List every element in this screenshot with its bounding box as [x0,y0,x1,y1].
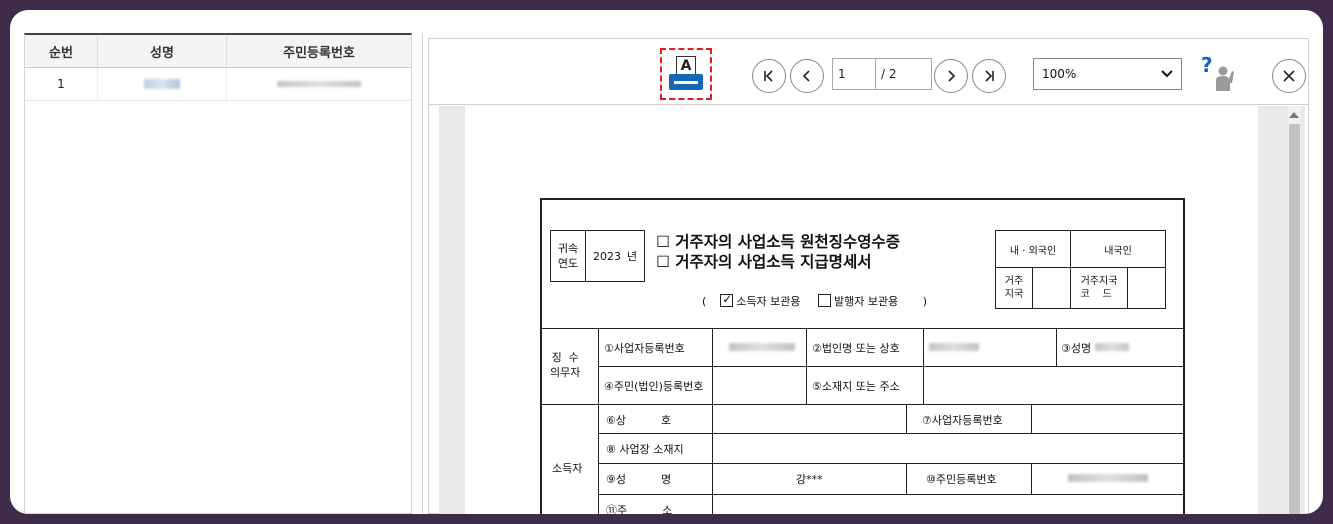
form-title: ☐ 거주자의 사업소득 원천징수영수증 ☐ 거주자의 사업소득 지급명세서 [656,232,900,272]
panel-divider [422,33,423,514]
tax-form: 귀속 연도 2023 년 ☐ 거주자의 사업소득 원천징수영수증 ☐ 거주자의 … [540,198,1185,514]
table-row[interactable]: 1 [25,68,411,101]
zoom-value: 100% [1042,67,1077,81]
year-cell: 2023 년 [585,230,645,282]
printer-icon: A [669,56,703,92]
residence-value [1032,267,1071,309]
redacted-resident-number [1068,474,1148,482]
chevron-right-icon [948,70,956,82]
title-line-1: ☐ 거주자의 사업소득 원천징수영수증 [656,233,900,251]
first-page-icon [764,70,773,82]
field-resident-number: ⑩주민등록번호 [926,473,997,486]
residence-code-value [1127,267,1166,309]
copy-type: ( 소득자 보관용 발행자 보관용 ) [702,292,927,309]
viewer-toolbar: A 1 / 2 100% ? [429,39,1308,105]
zoom-select[interactable]: 100% [1033,58,1182,90]
current-page-input[interactable]: 1 [832,58,876,90]
scroll-up-icon[interactable] [1289,112,1299,118]
holder-copy-checkbox[interactable] [720,292,734,307]
field-corp-reg-no: ④주민(법인)등록번호 [604,380,704,393]
field-address: ⑤소재지 또는 주소 [812,380,900,393]
field-name: ③성명 [1061,342,1092,355]
header-name: 성명 [98,35,227,67]
header-no: 순번 [25,35,98,67]
issuer-copy-checkbox[interactable] [818,294,831,307]
scroll-thumb[interactable] [1289,124,1300,514]
field-earner-business-reg-no: ⑦사업자등록번호 [922,414,1003,427]
year-label: 귀속 연도 [550,230,586,282]
app-window: 순번 성명 주민등록번호 1 A 1 / 2 100% ? 귀속 연도 2023… [10,10,1323,514]
redacted-company-name [929,343,979,351]
help-button[interactable]: ? [1201,53,1241,95]
question-icon: ? [1201,53,1213,77]
document-area[interactable]: 귀속 연도 2023 년 ☐ 거주자의 사업소득 원천징수영수증 ☐ 거주자의 … [439,106,1305,514]
report-viewer: A 1 / 2 100% ? 귀속 연도 2023 년 ☐ 거주자의 사업소득 … [428,38,1309,514]
print-button[interactable]: A [660,48,712,100]
list-header: 순번 성명 주민등록번호 [25,35,411,68]
field-business-reg-no: ①사업자등록번호 [604,342,685,355]
last-page-icon [985,70,994,82]
chevron-down-icon [1161,70,1173,78]
nationality-value: 내국인 [1070,230,1166,268]
earner-name-value: 강*** [796,473,823,486]
header-resident-number: 주민등록번호 [283,45,355,61]
next-page-button[interactable] [934,59,968,93]
first-page-button[interactable] [752,59,786,93]
field-trade-name: ⑥상 호 [606,414,672,427]
redacted-name [1095,343,1129,351]
field-business-address: ⑧ 사업장 소재지 [606,443,684,456]
year-value: 2023 [592,249,621,263]
title-line-2: ☐ 거주자의 사업소득 지급명세서 [656,253,872,271]
field-company-name: ②법인명 또는 상호 [812,342,900,355]
vertical-scrollbar[interactable] [1288,106,1301,514]
row-no: 1 [25,68,98,100]
residence-label: 거주 지국 [995,267,1033,309]
year-suffix: 년 [626,250,638,263]
redacted-business-reg-no [729,343,795,351]
document-page: 귀속 연도 2023 년 ☐ 거주자의 사업소득 원천징수영수증 ☐ 거주자의 … [465,106,1258,514]
nationality-label: 내 · 외국인 [995,230,1071,268]
earner-label: 소득자 [552,462,583,475]
last-page-button[interactable] [972,59,1006,93]
residence-code-label: 거주지국 코 드 [1070,267,1128,309]
total-pages: / 2 [876,58,932,90]
row-name-redacted [98,68,227,100]
recipient-list-panel: 순번 성명 주민등록번호 1 [24,33,412,514]
row-resident-number-redacted [227,68,411,100]
prev-page-button[interactable] [790,59,824,93]
person-icon [1216,66,1234,91]
close-icon [1283,70,1295,82]
field-earner-address: ⑪주 소 [606,504,673,514]
close-button[interactable] [1272,59,1306,93]
chevron-left-icon [802,70,810,82]
field-earner-name: ⑨성 명 [606,473,672,486]
withholder-label: 징 수 의무자 [550,351,581,379]
